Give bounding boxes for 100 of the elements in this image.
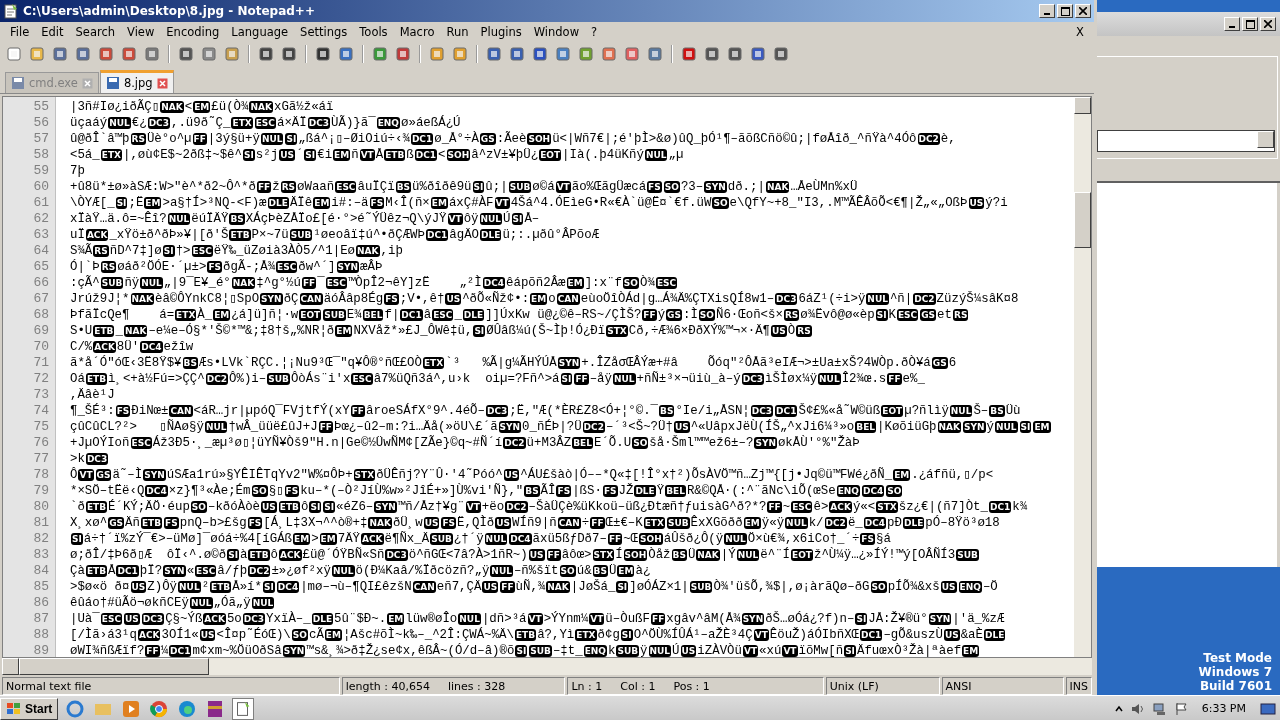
text-line: ñD^7‡]ø	[109, 243, 162, 259]
line-number: 83	[32, 547, 50, 563]
control-char-badge: EM	[313, 197, 331, 209]
file-tab[interactable]: 8.jpg	[99, 70, 174, 93]
text-line: S¾Ã	[70, 243, 93, 259]
control-char-badge: SO	[291, 629, 308, 641]
menu-item[interactable]: Tools	[353, 24, 394, 39]
line-number: 85	[32, 579, 50, 595]
control-char-badge: GS	[666, 309, 682, 321]
flag-icon[interactable]	[1173, 701, 1188, 716]
text-line: <Î¤p˜ÉóŒ)\	[216, 627, 291, 643]
close-icon[interactable]	[156, 77, 168, 89]
menu-item[interactable]: File	[4, 24, 36, 39]
maximize-icon	[1245, 19, 1255, 29]
text-line: µ?ñlìÿ	[904, 403, 949, 419]
control-char-badge: NAK	[160, 101, 184, 113]
close-icon	[1079, 7, 1087, 15]
menu-item[interactable]: Encoding	[160, 24, 226, 39]
control-char-badge: FF	[574, 373, 589, 385]
text-line: Ô	[70, 467, 78, 483]
text-line: \ÒYÆ[_	[70, 195, 115, 211]
control-char-badge: DC2	[205, 373, 229, 385]
text-line: Î2¾œ.s	[841, 371, 887, 387]
text-line: eñ7,ÇÄ	[436, 579, 482, 595]
text-line: ¿†´ÿ	[453, 531, 484, 547]
close-button[interactable]	[1260, 17, 1276, 31]
control-char-badge: SI	[242, 149, 255, 161]
minimize-button[interactable]	[1039, 4, 1055, 18]
menu-item[interactable]: Settings	[294, 24, 354, 39]
show-desktop-icon[interactable]	[1260, 701, 1276, 716]
menu-item[interactable]: Window	[527, 24, 586, 39]
text-line: ü<|Wñ7€|;é'þÌ>&ø)ûQ_þÓ¹¶–ãõßCñö©û;|føÅîð_^ñŸà^4Óô	[552, 131, 917, 147]
maximize-button[interactable]	[1057, 4, 1073, 18]
line-number: 87	[32, 611, 50, 627]
menu-item[interactable]: Edit	[35, 24, 70, 39]
text-line: ùÑ,¾	[515, 579, 546, 595]
text-line: +ëo	[481, 499, 505, 515]
control-char-badge: SYN	[741, 613, 765, 625]
control-char-badge: FS	[384, 293, 399, 305]
maximize-button[interactable]	[1242, 17, 1258, 31]
control-char-badge: NUL	[484, 533, 508, 545]
text-line: â^zV±¥þÜ¿	[471, 147, 539, 163]
text-line: ôÿ	[463, 211, 479, 227]
control-char-badge: SI	[1019, 421, 1032, 433]
text-line: xÏàŸ…ä.ô=~Êî?	[70, 211, 167, 227]
horizontal-scrollbar[interactable]	[2, 658, 1092, 675]
control-char-badge: EOT	[881, 405, 904, 417]
close-button[interactable]	[1075, 4, 1091, 18]
text-line: ÄÏê	[289, 195, 313, 211]
text-line: pÓ–8Ÿö³ø18	[925, 515, 1000, 531]
text-line: Å»í*	[232, 579, 262, 595]
text-line: ø;ðÎ/‡Þ6ð▯Æ ôÏ‹^.ø©ð	[70, 547, 227, 563]
minimize-button[interactable]	[1224, 17, 1240, 31]
desktop-notice: Build 7601	[1199, 679, 1272, 693]
start-button[interactable]: Start	[0, 697, 59, 720]
text-line: ~	[782, 499, 791, 515]
text-line: à	[240, 547, 248, 563]
text-line: ðgÃ-;Å¾	[223, 259, 276, 275]
control-char-badge: ETX	[643, 517, 665, 529]
text-line: øáð²ÖÓE·´µ±>	[117, 259, 207, 275]
menu-item[interactable]: Language	[225, 24, 295, 39]
control-char-badge: NAK	[765, 181, 790, 193]
menu-item[interactable]: Search	[69, 24, 122, 39]
menu-item[interactable]: Plugins	[474, 24, 528, 39]
menu-item[interactable]: Run	[440, 24, 475, 39]
text-line: üçaáý	[70, 115, 108, 131]
text-line: ñÿ	[124, 275, 140, 291]
notepad-taskbar-icon[interactable]	[232, 697, 255, 720]
text-line: 8Ü'	[116, 339, 140, 355]
control-char-badge: SYN	[260, 293, 283, 305]
control-char-badge: NAK	[231, 277, 256, 289]
control-char-badge: SO	[622, 277, 639, 289]
new-file-icon[interactable]	[4, 44, 24, 64]
control-char-badge: BEL	[855, 421, 876, 433]
text-line: <áR…jr|µpóQ¯FVjtfÝ(xY	[193, 403, 350, 419]
dropdown-arrow-button[interactable]	[1257, 131, 1274, 148]
line-number: 58	[32, 147, 50, 163]
control-char-badge: DC2	[917, 133, 940, 145]
menu-item[interactable]: View	[121, 24, 161, 39]
control-char-badge: SI	[515, 645, 528, 657]
text-line: Ú	[503, 211, 511, 227]
vertical-scrollbar[interactable]	[1074, 97, 1091, 657]
speaker-icon[interactable]	[1129, 701, 1146, 716]
control-char-badge: NAK	[937, 421, 961, 433]
menu-item[interactable]: Macro	[393, 24, 441, 39]
file-type-label: Normal text file	[6, 679, 92, 693]
control-char-badge: EM	[324, 629, 342, 641]
close-icon[interactable]	[81, 77, 93, 89]
close-document-button[interactable]: X	[1070, 24, 1090, 39]
control-char-badge: SO	[632, 437, 649, 449]
dropdown-field[interactable]	[1097, 130, 1275, 152]
text-line: «xú	[759, 643, 782, 657]
control-char-badge: BS	[592, 565, 608, 577]
control-char-badge: SOH	[527, 133, 552, 145]
menu-item[interactable]: ?	[585, 24, 604, 39]
control-char-badge: SUB	[508, 181, 532, 193]
control-char-badge: FS	[860, 533, 875, 545]
control-char-badge: ETX	[422, 357, 445, 369]
control-char-badge: NUL	[167, 213, 191, 225]
network-icon[interactable]	[1151, 701, 1168, 716]
